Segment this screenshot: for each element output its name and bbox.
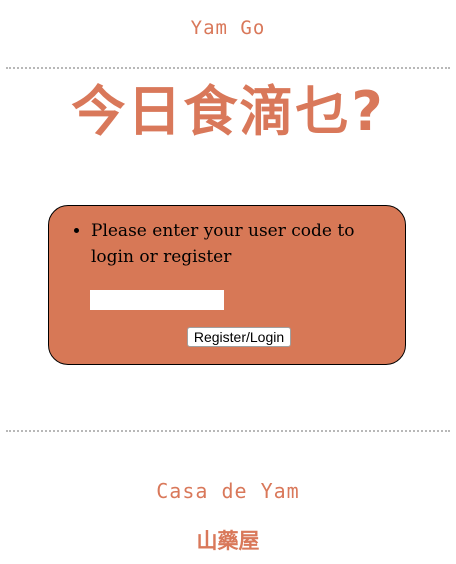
prompt-list: Please enter your user code to login or …: [71, 218, 391, 270]
top-divider: [6, 67, 450, 69]
register-login-button[interactable]: Register/Login: [187, 327, 291, 347]
headline: 今日食滴乜?: [71, 80, 385, 143]
login-prompt: Please enter your user code to login or …: [91, 218, 391, 270]
footer-name: Casa de Yam: [156, 479, 300, 503]
login-panel: Please enter your user code to login or …: [48, 205, 406, 365]
bottom-divider: [6, 430, 450, 432]
footer-chinese-name: 山藥屋: [196, 529, 260, 553]
user-code-input[interactable]: [90, 290, 224, 310]
brand-title: Yam Go: [190, 17, 266, 39]
